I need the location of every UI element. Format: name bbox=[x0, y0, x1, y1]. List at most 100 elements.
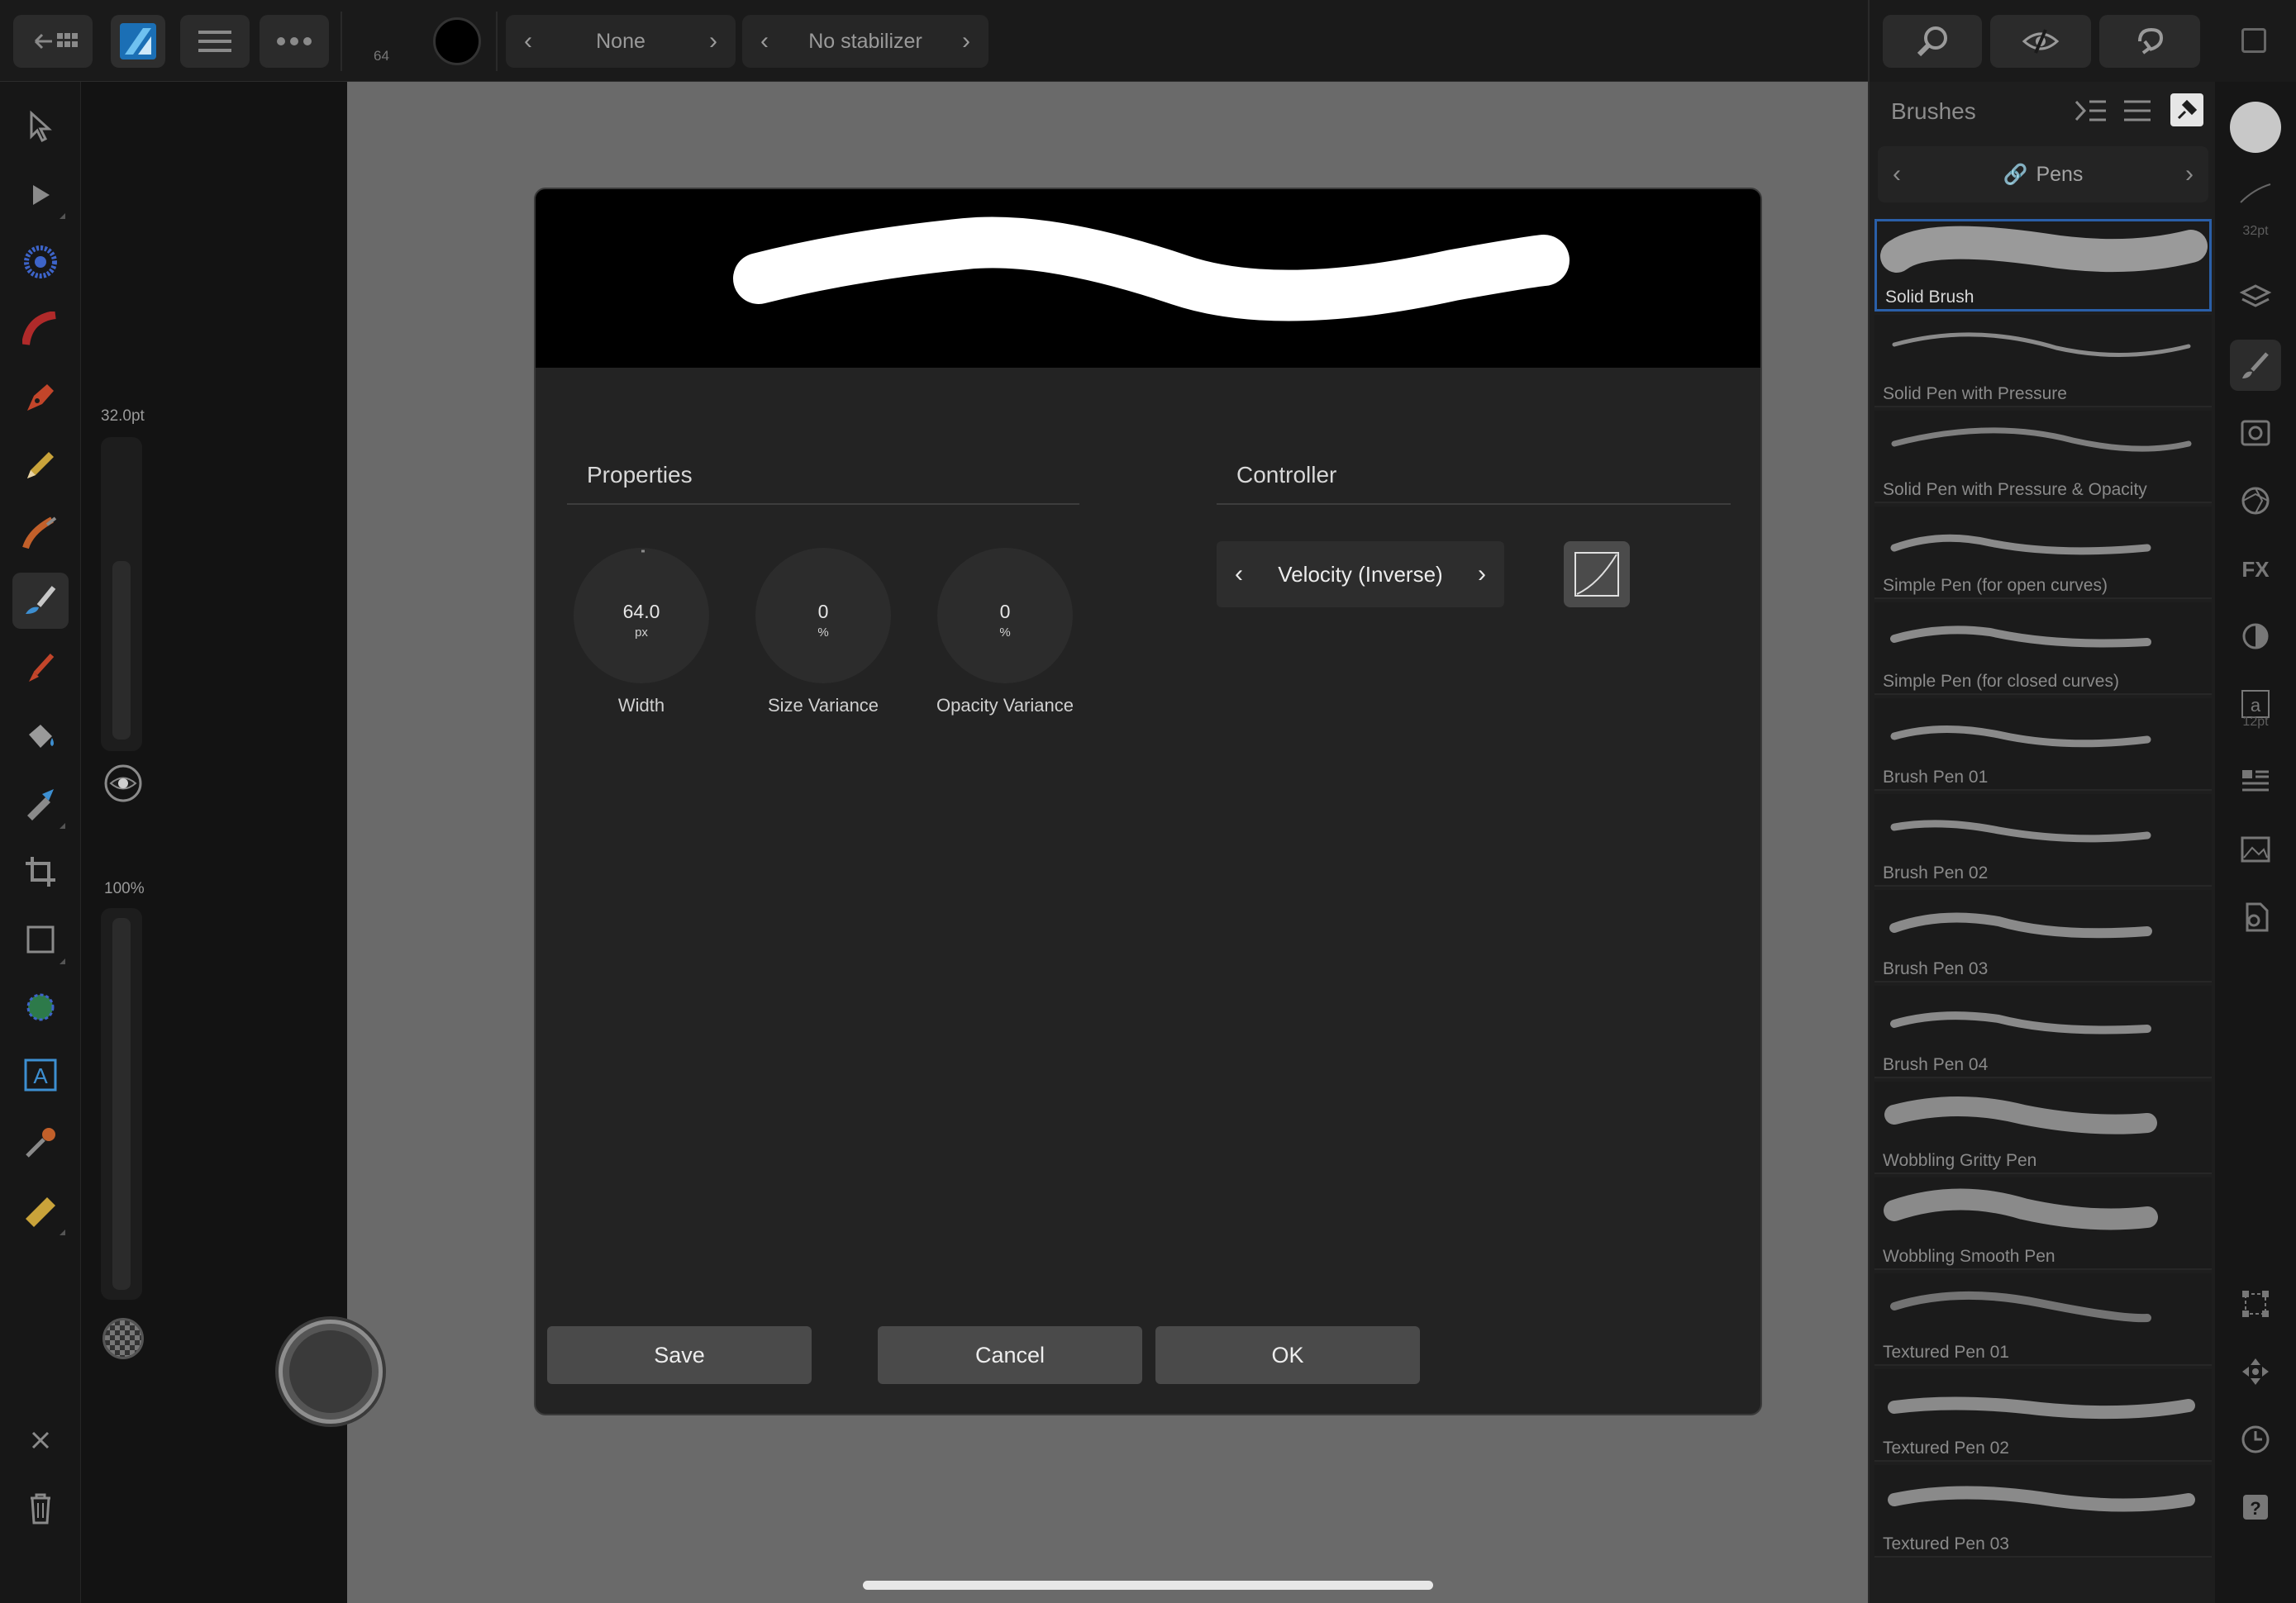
studio-strip: 32pt FX a 12pt ? bbox=[2215, 82, 2296, 1603]
controller-stepper[interactable]: ‹ Velocity (Inverse) › bbox=[1217, 541, 1504, 607]
delete-button[interactable] bbox=[12, 1480, 69, 1536]
tools-panel: A bbox=[0, 82, 81, 1603]
brush-stroke-thumbnail bbox=[1891, 427, 2192, 452]
snapping-button[interactable] bbox=[1883, 15, 1982, 68]
help-studio-button[interactable]: ? bbox=[2230, 1482, 2281, 1533]
pressure-curve-button[interactable] bbox=[1564, 541, 1630, 607]
main-menu-button[interactable] bbox=[180, 15, 250, 68]
checkerboard-icon[interactable] bbox=[102, 1318, 144, 1359]
transparency-studio-button[interactable] bbox=[2230, 611, 2281, 662]
persona-switch-button[interactable] bbox=[111, 15, 165, 68]
chevron-right-icon[interactable]: › bbox=[962, 29, 970, 54]
eye-circle-icon bbox=[104, 764, 142, 802]
brush-item[interactable]: Brush Pen 03 bbox=[1874, 890, 2212, 982]
brush-size-slider[interactable] bbox=[101, 437, 142, 751]
collapse-panel-button[interactable] bbox=[2074, 97, 2108, 129]
cancel-button[interactable]: Cancel bbox=[878, 1326, 1142, 1384]
brush-item[interactable]: Textured Pen 01 bbox=[1874, 1273, 2212, 1366]
width-knob[interactable]: 64.0 px bbox=[574, 548, 709, 683]
brush-item[interactable]: Wobbling Smooth Pen bbox=[1874, 1177, 2212, 1270]
current-color-swatch[interactable] bbox=[433, 17, 481, 65]
chevron-right-icon[interactable]: › bbox=[1478, 560, 1486, 588]
svg-text:A: A bbox=[33, 1063, 48, 1088]
brush-item[interactable]: Solid Pen with Pressure bbox=[1874, 315, 2212, 407]
color-studio-button[interactable] bbox=[2230, 102, 2281, 153]
move-tool[interactable] bbox=[12, 98, 69, 155]
brush-item[interactable]: Simple Pen (for closed curves) bbox=[1874, 602, 2212, 695]
document-settings-studio-button[interactable] bbox=[2230, 892, 2281, 943]
brush-category-stepper[interactable]: ‹ 🔗 Pens › bbox=[1878, 146, 2208, 202]
brush-name: Textured Pen 01 bbox=[1883, 1343, 2009, 1362]
pen-tool[interactable] bbox=[12, 369, 69, 426]
undo-arrow-icon bbox=[2138, 27, 2164, 55]
navigator-studio-button[interactable] bbox=[2230, 1346, 2281, 1397]
brush-item[interactable]: Brush Pen 01 bbox=[1874, 698, 2212, 791]
gradient-tool[interactable] bbox=[12, 302, 69, 358]
chevron-right-icon[interactable]: › bbox=[2185, 160, 2194, 188]
color-picker-wheel-tool[interactable] bbox=[12, 234, 69, 290]
quick-menu-button[interactable] bbox=[279, 1320, 383, 1424]
pencil-tool[interactable] bbox=[12, 437, 69, 493]
brush-item[interactable]: Solid Brush bbox=[1874, 219, 2212, 312]
effects-studio-button[interactable]: FX bbox=[2230, 543, 2281, 594]
chevron-right-icon[interactable]: › bbox=[709, 29, 717, 54]
view-mode-button[interactable] bbox=[1990, 15, 2091, 68]
size-variance-knob[interactable]: 0 % bbox=[755, 548, 891, 683]
category-label-group: 🔗 Pens bbox=[2003, 163, 2084, 187]
brush-size-slider-fill bbox=[112, 561, 131, 740]
crop-tool[interactable] bbox=[12, 844, 69, 900]
size-variance-unit: % bbox=[817, 626, 829, 640]
measure-tool[interactable] bbox=[12, 1182, 69, 1239]
blend-mode-stepper[interactable]: ‹ None › bbox=[506, 15, 736, 68]
rectangle-tool[interactable] bbox=[12, 911, 69, 968]
stabilizer-stepper[interactable]: ‹ No stabilizer › bbox=[742, 15, 988, 68]
erase-brush-tool[interactable] bbox=[12, 640, 69, 697]
brush-size-studio-button[interactable] bbox=[2230, 168, 2281, 219]
layers-studio-button[interactable] bbox=[2230, 272, 2281, 323]
window-toggle-icon[interactable] bbox=[2241, 28, 2266, 53]
brush-item[interactable]: Brush Pen 02 bbox=[1874, 794, 2212, 887]
width-value: 64.0 bbox=[622, 601, 660, 622]
transform-studio-button[interactable] bbox=[2230, 1278, 2281, 1329]
appearance-studio-button[interactable] bbox=[2230, 475, 2281, 526]
brush-item[interactable]: Textured Pen 02 bbox=[1874, 1369, 2212, 1462]
undo-redo-button[interactable] bbox=[2099, 15, 2200, 68]
brush-stroke-thumbnail bbox=[1890, 820, 2151, 843]
home-indicator[interactable] bbox=[863, 1581, 1433, 1590]
brush-item[interactable]: Solid Pen with Pressure & Opacity bbox=[1874, 411, 2212, 503]
fill-tool[interactable] bbox=[12, 708, 69, 764]
back-to-gallery-button[interactable] bbox=[13, 15, 93, 68]
brush-item[interactable]: Textured Pen 03 bbox=[1874, 1465, 2212, 1558]
save-button[interactable]: Save bbox=[547, 1326, 812, 1384]
pixel-brush-tool[interactable] bbox=[12, 573, 69, 629]
chevron-left-icon[interactable]: ‹ bbox=[1235, 560, 1243, 588]
brush-item[interactable]: Simple Pen (for open curves) bbox=[1874, 507, 2212, 599]
eyedropper-tool[interactable] bbox=[12, 1115, 69, 1171]
chevron-left-icon[interactable]: ‹ bbox=[1893, 160, 1901, 188]
stock-studio-button[interactable] bbox=[2230, 824, 2281, 875]
close-tool-button[interactable] bbox=[12, 1412, 69, 1468]
vector-brush-tool[interactable] bbox=[12, 505, 69, 561]
shape-tool[interactable] bbox=[12, 979, 69, 1035]
brush-item[interactable]: Brush Pen 04 bbox=[1874, 986, 2212, 1078]
stabilizer-value: No stabilizer bbox=[808, 29, 922, 53]
text-tool[interactable]: A bbox=[12, 1047, 69, 1103]
brushes-studio-button[interactable] bbox=[2230, 340, 2281, 391]
chevron-left-icon[interactable]: ‹ bbox=[760, 29, 769, 54]
brushes-panel: Brushes ‹ 🔗 Pens › Solid Brush Solid Pen w… bbox=[1868, 82, 2215, 1603]
opacity-slider[interactable] bbox=[101, 908, 142, 1300]
node-tool[interactable] bbox=[12, 166, 69, 222]
brush-item[interactable]: Wobbling Gritty Pen bbox=[1874, 1082, 2212, 1174]
pin-panel-button[interactable] bbox=[2170, 93, 2203, 126]
adjustments-studio-button[interactable] bbox=[2230, 407, 2281, 459]
history-studio-button[interactable] bbox=[2230, 1414, 2281, 1465]
pressure-toggle[interactable] bbox=[102, 763, 144, 804]
more-options-button[interactable] bbox=[260, 15, 329, 68]
panel-menu-button[interactable] bbox=[2122, 97, 2152, 129]
brush-stroke-thumbnail bbox=[1890, 1011, 2151, 1035]
transparency-tool[interactable] bbox=[12, 776, 69, 832]
paragraph-studio-button[interactable] bbox=[2230, 756, 2281, 807]
ok-button[interactable]: OK bbox=[1155, 1326, 1420, 1384]
chevron-left-icon[interactable]: ‹ bbox=[524, 29, 532, 54]
opacity-variance-knob[interactable]: 0 % bbox=[937, 548, 1073, 683]
